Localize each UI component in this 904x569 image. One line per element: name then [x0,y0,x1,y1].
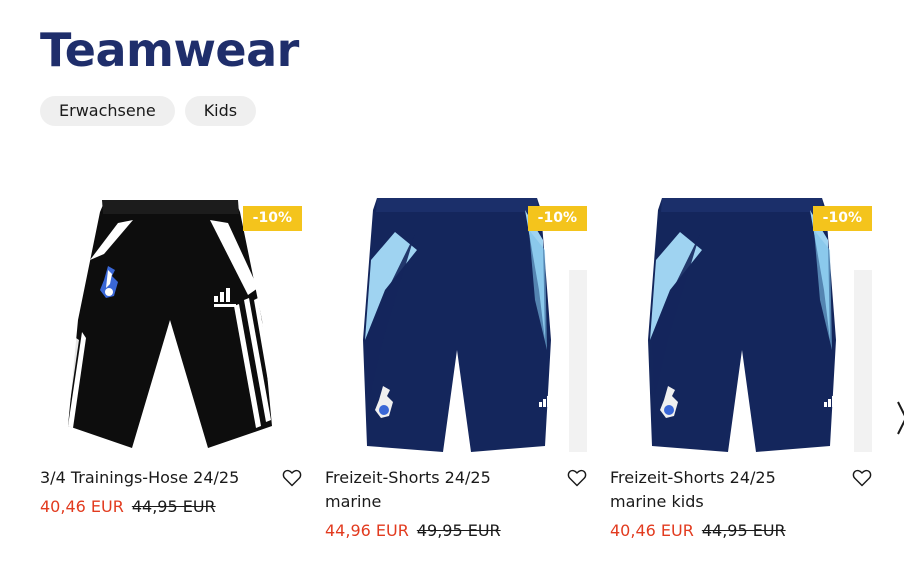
discount-badge: -10% [812,206,872,231]
sale-price: 40,46 EUR [40,497,124,516]
product-title[interactable]: 3/4 Trainings-Hose 24/25 [40,466,260,490]
product-card[interactable]: -10% Freizeit-Shorts 24/25 marine 44,96 … [325,190,587,569]
product-card[interactable]: -10% 3/4 Trainings-Hose 24/25 40,46 EUR 4… [40,190,302,569]
carousel-next-icon[interactable] [896,398,904,438]
product-image[interactable]: -10% [610,190,872,458]
sale-price: 44,96 EUR [325,521,409,540]
product-title[interactable]: Freizeit-Shorts 24/25 marine [325,466,545,514]
filter-chip-kids[interactable]: Kids [184,96,257,126]
original-price: 44,95 EUR [131,497,216,516]
price-row: 40,46 EUR 44,95 EUR [610,519,786,543]
original-price: 44,95 EUR [701,521,786,540]
page-title: Teamwear [40,23,299,77]
product-title[interactable]: Freizeit-Shorts 24/25 marine kids [610,466,830,514]
product-card[interactable]: -10% Freizeit-Shorts 24/25 marine kids 4… [610,190,872,569]
product-image[interactable]: -10% [40,190,302,458]
heart-outline-icon[interactable] [567,468,587,488]
category-filters: Erwachsene Kids [40,96,257,126]
product-image[interactable]: -10% [325,190,587,458]
price-row: 44,96 EUR 49,95 EUR [325,519,501,543]
sale-price: 40,46 EUR [610,521,694,540]
heart-outline-icon[interactable] [282,468,302,488]
discount-badge: -10% [527,206,587,231]
filter-chip-erwachsene[interactable]: Erwachsene [40,96,175,126]
price-row: 40,46 EUR 44,95 EUR [40,495,216,519]
discount-badge: -10% [242,206,302,231]
heart-outline-icon[interactable] [852,468,872,488]
original-price: 49,95 EUR [416,521,501,540]
